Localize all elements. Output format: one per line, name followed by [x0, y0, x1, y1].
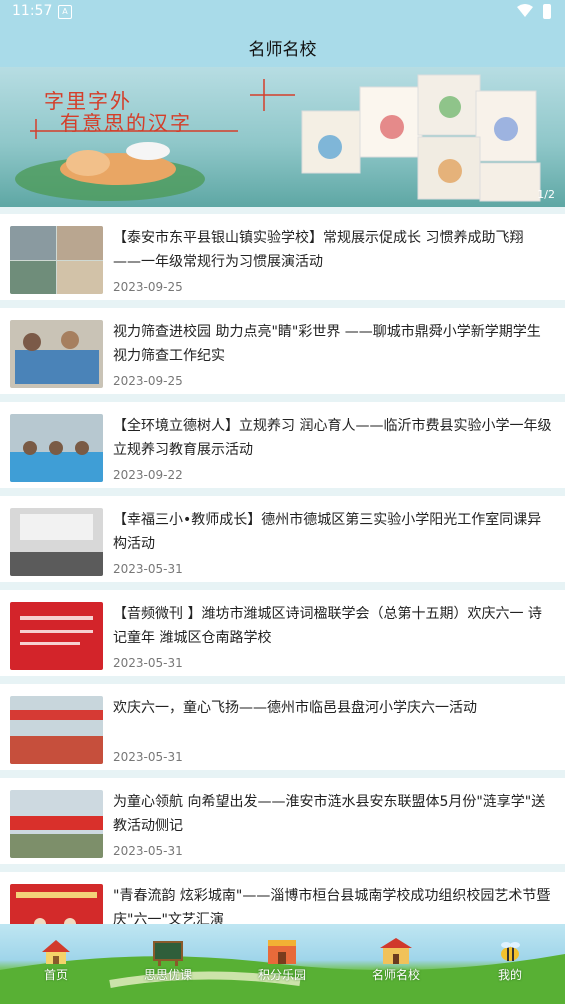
nav-courses-label: 思思优课 [143, 968, 192, 982]
status-bar: 11:57 A [0, 0, 565, 24]
bottom-nav: 首页 思思优课 积分乐园 名师名校 我的 [0, 924, 565, 1004]
list-item[interactable]: 欢庆六一，童心飞扬——德州市临邑县盘河小学庆六一活动 2023-05-31 [0, 684, 565, 770]
wifi-icon [517, 4, 533, 17]
article-title: 【全环境立德树人】立规养习 润心育人——临沂市费县实验小学一年级立规养习教育展示… [113, 418, 552, 458]
article-thumbnail [10, 602, 103, 670]
home-icon [42, 940, 70, 964]
nav-famous-schools[interactable]: 名师名校 [356, 924, 436, 1004]
notification-icon: A [58, 5, 72, 19]
article-thumbnail [10, 414, 103, 482]
list-item[interactable]: 视力筛查进校园 助力点亮"睛"彩世界 ——聊城市鼎舜小学新学期学生视力筛查工作纪… [0, 308, 565, 394]
article-thumbnail [10, 320, 103, 388]
article-date: 2023-05-31 [113, 750, 183, 764]
status-time: 11:57 [12, 3, 53, 19]
nav-mine[interactable]: 我的 [470, 924, 550, 1004]
title-bar: 名师名校 [0, 24, 565, 67]
article-thumbnail [10, 790, 103, 858]
article-date: 2023-05-31 [113, 844, 183, 858]
nav-home[interactable]: 首页 [16, 924, 96, 1004]
school-icon [380, 938, 412, 964]
nav-mine-label: 我的 [497, 968, 522, 982]
banner-title-line2: 有意思的汉字 [60, 111, 192, 135]
battery-icon [543, 4, 551, 19]
article-date: 2023-05-31 [113, 562, 183, 576]
article-date: 2023-05-31 [113, 656, 183, 670]
list-item[interactable]: 为童心领航 向希望出发——淮安市涟水县安东联盟体5月份"涟享学"送教活动侧记 2… [0, 778, 565, 864]
nav-famous-schools-label: 名师名校 [371, 968, 420, 982]
article-title: 【泰安市东平县银山镇实验学校】常规展示促成长 习惯养成助飞翔 ——一年级常规行为… [113, 230, 524, 270]
article-date: 2023-09-22 [113, 468, 183, 482]
nav-courses[interactable]: 思思优课 [128, 924, 208, 1004]
article-thumbnail [10, 696, 103, 764]
article-title: 为童心领航 向希望出发——淮安市涟水县安东联盟体5月份"涟享学"送教活动侧记 [113, 794, 546, 834]
nav-points-park-label: 积分乐园 [257, 968, 306, 982]
list-item[interactable]: 【全环境立德树人】立规养习 润心育人——临沂市费县实验小学一年级立规养习教育展示… [0, 402, 565, 488]
page-title: 名师名校 [248, 40, 317, 60]
blackboard-icon [153, 941, 183, 966]
bee-icon [501, 942, 520, 961]
banner-carousel[interactable]: 字里字外 有意思的汉字 1/2 [0, 67, 565, 207]
article-date: 2023-09-25 [113, 280, 183, 294]
nav-home-label: 首页 [43, 968, 68, 982]
nav-points-park[interactable]: 积分乐园 [242, 924, 322, 1004]
article-title: 【幸福三小•教师成长】德州市德城区第三实验小学阳光工作室同课异构活动 [113, 512, 542, 552]
list-item[interactable]: 【泰安市东平县银山镇实验学校】常规展示促成长 习惯养成助飞翔 ——一年级常规行为… [0, 214, 565, 300]
banner-pager: 1/2 [537, 188, 555, 201]
article-title: 欢庆六一，童心飞扬——德州市临邑县盘河小学庆六一活动 [113, 700, 477, 716]
article-thumbnail [10, 226, 103, 294]
list-item[interactable]: 【音频微刊 】潍坊市潍城区诗词楹联学会（总第十五期）欢庆六一 诗记童年 潍城区仓… [0, 590, 565, 676]
article-title: 视力筛查进校园 助力点亮"睛"彩世界 ——聊城市鼎舜小学新学期学生视力筛查工作纪… [113, 324, 541, 364]
article-thumbnail [10, 508, 103, 576]
article-title: 【音频微刊 】潍坊市潍城区诗词楹联学会（总第十五期）欢庆六一 诗记童年 潍城区仓… [113, 606, 542, 646]
article-date: 2023-09-25 [113, 374, 183, 388]
list-item[interactable]: 【幸福三小•教师成长】德州市德城区第三实验小学阳光工作室同课异构活动 2023-… [0, 496, 565, 582]
shop-icon [268, 940, 296, 964]
